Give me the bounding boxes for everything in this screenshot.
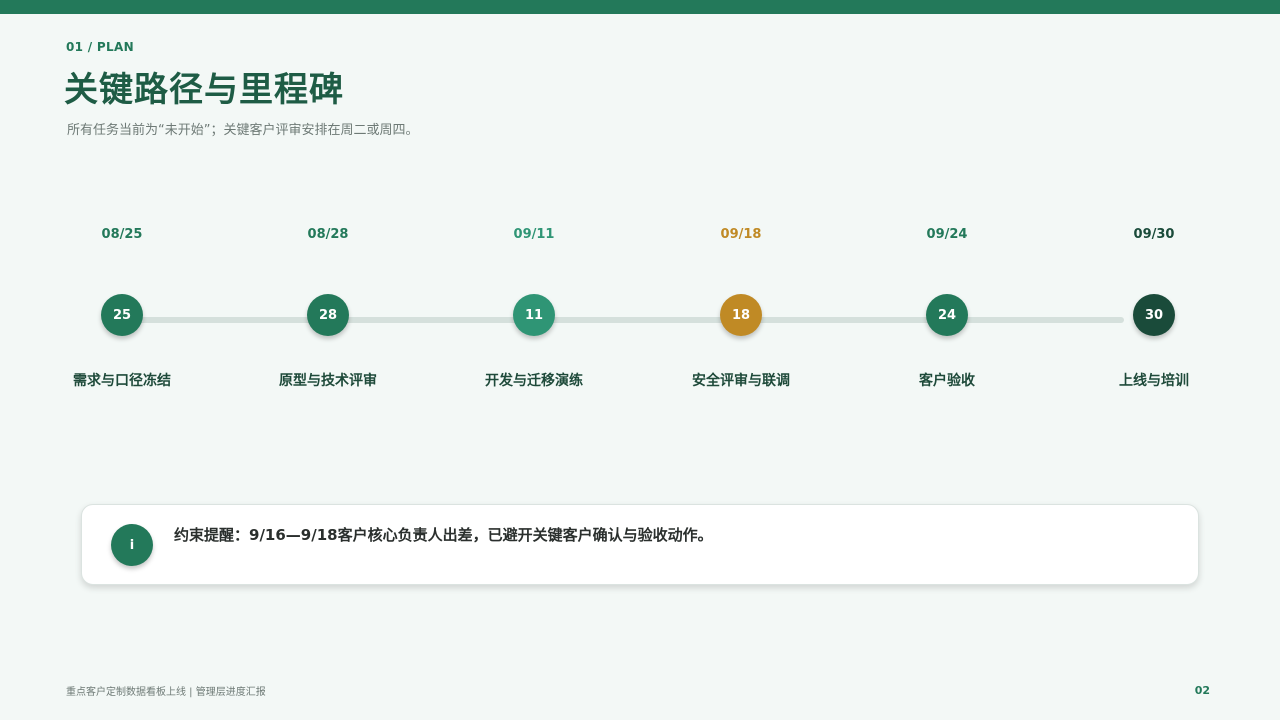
milestone-label: 上线与培训 xyxy=(1119,373,1189,389)
milestone-label: 安全评审与联调 xyxy=(692,373,790,389)
milestone-label: 需求与口径冻结 xyxy=(73,373,171,389)
milestone-2: 08/28 28 原型与技术评审 xyxy=(228,0,428,720)
milestone-5: 09/24 24 客户验收 xyxy=(847,0,1047,720)
milestone-dot: 28 xyxy=(307,294,349,336)
milestone-1: 08/25 25 需求与口径冻结 xyxy=(22,0,222,720)
milestone-label: 开发与迁移演练 xyxy=(485,373,583,389)
footer-text: 重点客户定制数据看板上线 | 管理层进度汇报 xyxy=(66,687,266,698)
milestone-label: 原型与技术评审 xyxy=(279,373,377,389)
milestone-dot: 30 xyxy=(1133,294,1175,336)
milestone-dot: 18 xyxy=(720,294,762,336)
milestone-dot: 11 xyxy=(513,294,555,336)
milestone-6: 09/30 30 上线与培训 xyxy=(1054,0,1254,720)
constraint-note-card: i 约束提醒：9/16—9/18客户核心负责人出差，已避开关键客户确认与验收动作… xyxy=(81,504,1199,585)
milestone-label: 客户验收 xyxy=(919,373,975,389)
milestone-4: 09/18 18 安全评审与联调 xyxy=(641,0,841,720)
milestone-date: 09/18 xyxy=(720,227,762,242)
milestone-dot: 25 xyxy=(101,294,143,336)
page-number: 02 xyxy=(1194,684,1210,697)
constraint-note-text: 约束提醒：9/16—9/18客户核心负责人出差，已避开关键客户确认与验收动作。 xyxy=(174,526,713,544)
milestone-3: 09/11 11 开发与迁移演练 xyxy=(434,0,634,720)
milestone-date: 09/24 xyxy=(926,227,968,242)
milestone-date: 08/25 xyxy=(101,227,143,242)
milestone-date: 09/30 xyxy=(1133,227,1175,242)
milestone-date: 09/11 xyxy=(513,227,555,242)
info-icon: i xyxy=(111,524,153,566)
milestone-dot: 24 xyxy=(926,294,968,336)
milestone-date: 08/28 xyxy=(307,227,349,242)
